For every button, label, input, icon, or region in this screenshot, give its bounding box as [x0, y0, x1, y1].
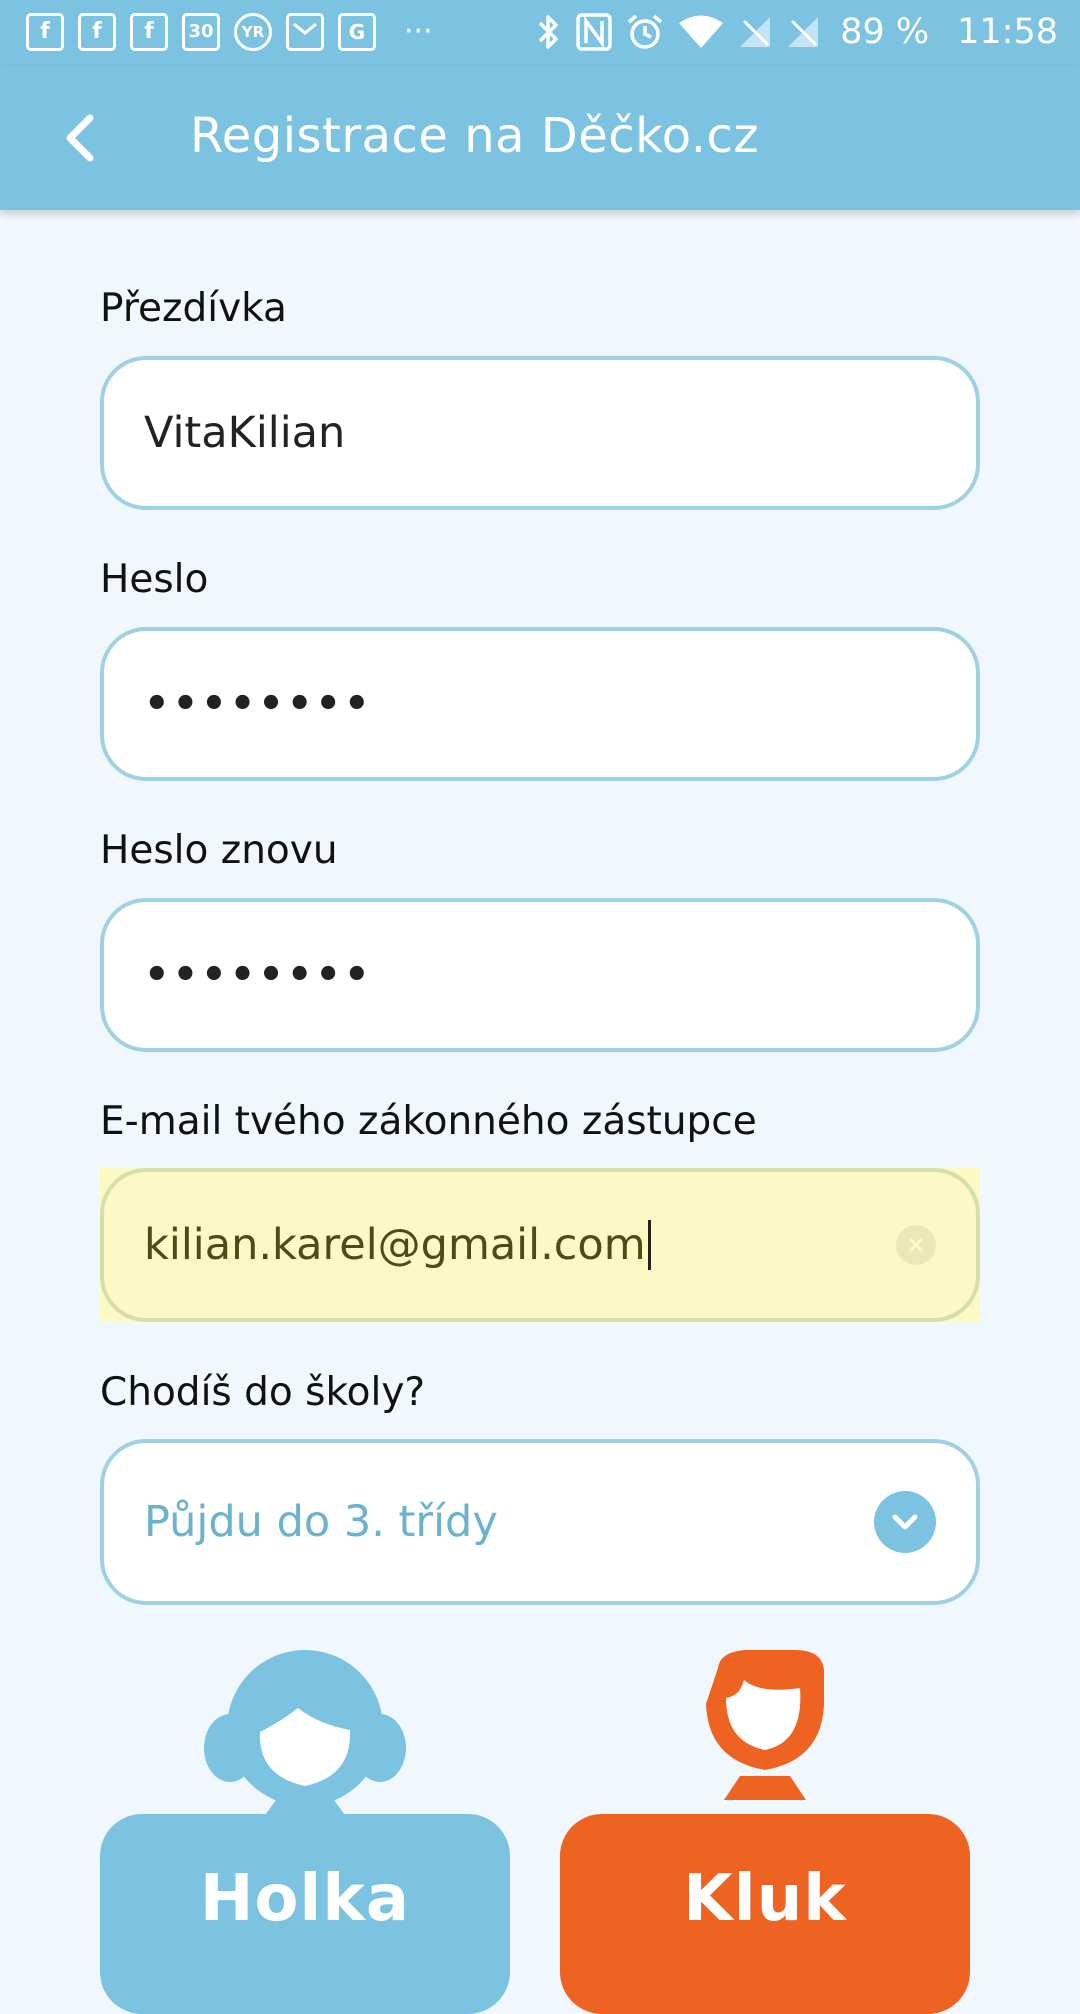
nickname-label: Přezdívka — [100, 286, 287, 331]
notification-icons: f f f 30 YR G ··· — [26, 12, 433, 52]
facebook-icon: f — [130, 13, 168, 51]
clear-icon — [909, 1238, 923, 1252]
password-label: Heslo — [100, 557, 209, 602]
girl-label: Holka — [199, 1862, 411, 1936]
yr-icon: YR — [234, 13, 272, 51]
facebook-icon: f — [26, 13, 64, 51]
signal-off-icon — [740, 17, 771, 47]
school-selected-value: Půjdu do 3. třídy — [144, 1497, 498, 1547]
password-repeat-label: Heslo znovu — [100, 828, 338, 873]
password-repeat-input[interactable]: •••••••• — [100, 898, 980, 1052]
girl-avatar-icon — [204, 1650, 406, 1822]
boy-avatar-icon — [706, 1650, 824, 1800]
page-title: Registrace na Děčko.cz — [190, 108, 760, 164]
bluetooth-icon — [538, 15, 558, 49]
email-input[interactable]: kilian.karel@gmail.com — [100, 1168, 980, 1322]
gender-boy-option[interactable]: Kluk — [560, 1650, 970, 2014]
school-select[interactable]: Půjdu do 3. třídy — [100, 1439, 980, 1605]
battery-percent: 89 % — [840, 12, 930, 52]
calendar-icon: 30 — [182, 13, 220, 51]
facebook-icon: f — [78, 13, 116, 51]
wifi-icon — [679, 15, 724, 48]
status-bar: f f f 30 YR G ··· 89 % 11:58 — [0, 0, 1080, 66]
more-icon: ··· — [404, 14, 433, 49]
nickname-value: VitaKilian — [144, 408, 346, 458]
email-value: kilian.karel@gmail.com — [144, 1220, 646, 1270]
boy-label: Kluk — [683, 1862, 847, 1936]
signal-off-icon — [788, 17, 819, 47]
gender-girl-option[interactable]: Holka — [100, 1650, 510, 2014]
gmail-icon — [286, 13, 324, 51]
girl-card: Holka — [100, 1814, 510, 2014]
nickname-input[interactable]: VitaKilian — [100, 356, 980, 510]
clock-time: 11:58 — [957, 12, 1058, 52]
password-input[interactable]: •••••••• — [100, 627, 980, 781]
maps-icon: G — [338, 13, 376, 51]
alarm-icon — [628, 14, 663, 49]
school-label: Chodíš do školy? — [100, 1370, 426, 1415]
text-cursor — [647, 1220, 651, 1270]
system-icons: 89 % 11:58 — [536, 10, 1058, 54]
password-value: •••••••• — [144, 681, 373, 727]
dropdown-toggle[interactable] — [874, 1491, 936, 1553]
password-repeat-value: •••••••• — [144, 952, 373, 998]
boy-card: Kluk — [560, 1814, 970, 2014]
app-bar: Registrace na Děčko.cz — [0, 66, 1080, 210]
back-button[interactable] — [48, 106, 112, 170]
back-arrow-icon — [66, 114, 94, 162]
clear-input-button[interactable] — [896, 1225, 936, 1265]
email-label: E-mail tvého zákonného zástupce — [100, 1099, 757, 1144]
nfc-icon — [576, 13, 612, 51]
chevron-down-icon — [892, 1514, 918, 1530]
